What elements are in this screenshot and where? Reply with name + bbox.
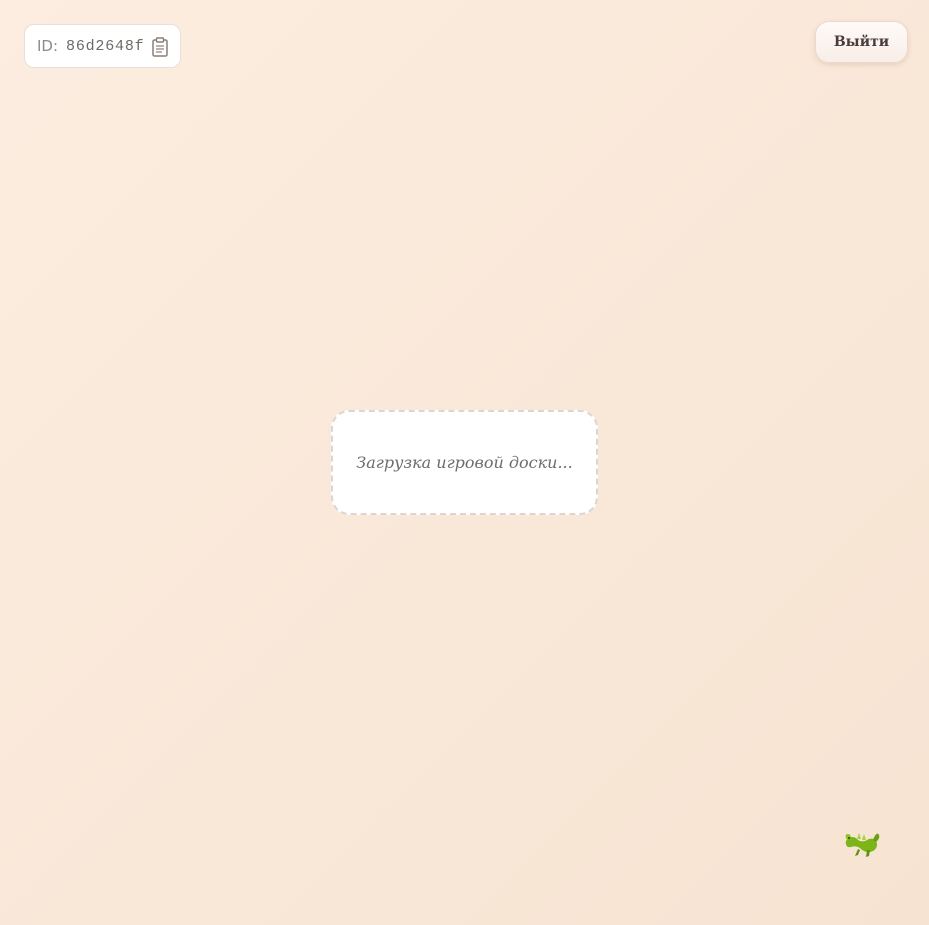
- clipboard-icon[interactable]: [152, 37, 168, 57]
- session-id-value: 86d2648f: [66, 37, 145, 55]
- session-id-label: ID:: [37, 37, 59, 55]
- dragon-icon: [845, 833, 880, 857]
- logout-button[interactable]: Выйти: [815, 21, 908, 63]
- copy-id-button[interactable]: [152, 37, 168, 57]
- loading-message: Загрузка игровой доски...: [356, 453, 573, 472]
- session-id-chip: ID: 86d2648f: [24, 24, 181, 68]
- game-board-loading-placeholder: Загрузка игровой доски...: [331, 410, 598, 515]
